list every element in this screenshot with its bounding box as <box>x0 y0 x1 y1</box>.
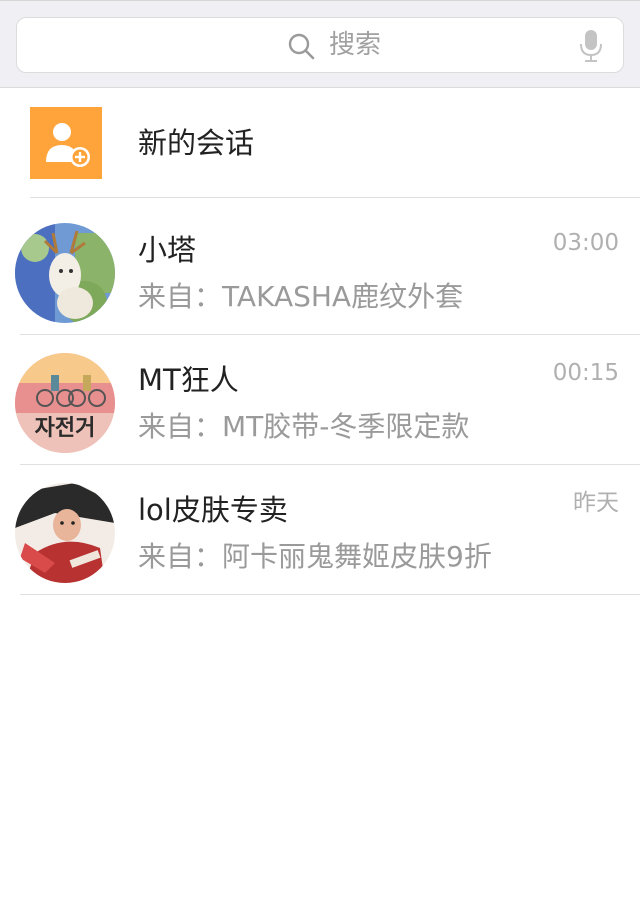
divider <box>20 464 640 465</box>
add-contact-icon <box>30 107 102 179</box>
divider <box>20 334 640 335</box>
microphone-icon[interactable] <box>577 28 605 64</box>
conversation-name: MT狂人 <box>138 363 239 397</box>
search-box[interactable] <box>16 17 624 73</box>
conversation-preview: 来自：TAKASHA鹿纹外套 <box>138 280 464 313</box>
conversation-preview: 来自：阿卡丽鬼舞姬皮肤9折 <box>138 540 492 573</box>
conversation-time: 03:00 <box>552 230 619 256</box>
cyclists-illustration-avatar: 자전거 <box>15 353 115 453</box>
divider <box>20 594 640 595</box>
new-conversation-label: 新的会话 <box>138 126 255 160</box>
divider <box>30 197 640 198</box>
search-bar-area <box>0 0 640 88</box>
conversation-name: lol皮肤专卖 <box>138 493 288 527</box>
conversation-preview: 来自：MT胶带-冬季限定款 <box>138 410 470 443</box>
search-icon <box>288 33 315 60</box>
conversation-name: 小塔 <box>138 233 197 267</box>
search-input[interactable] <box>329 26 449 64</box>
conversation-time: 00:15 <box>552 360 619 386</box>
deer-illustration-avatar <box>15 223 115 323</box>
game-character-avatar <box>15 483 115 583</box>
conversation-time: 昨天 <box>573 490 619 516</box>
svg-text:자전거: 자전거 <box>35 416 96 441</box>
